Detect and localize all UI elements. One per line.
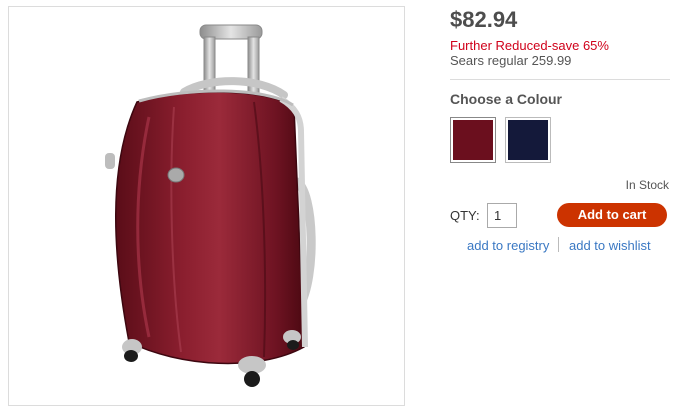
add-to-cart-button[interactable]: Add to cart — [557, 203, 667, 227]
colour-swatch-navy[interactable] — [505, 117, 551, 163]
colour-heading: Choose a Colour — [450, 91, 563, 107]
colour-swatch-burgundy[interactable] — [450, 117, 496, 163]
link-separator — [558, 237, 559, 252]
add-to-registry-link[interactable]: add to registry — [467, 238, 549, 253]
qty-label: QTY: — [450, 208, 480, 223]
product-image-frame — [8, 6, 405, 406]
product-price: $82.94 — [450, 7, 518, 32]
regular-price: Sears regular 259.99 — [450, 53, 572, 68]
sale-message: Further Reduced-save 65% — [450, 38, 609, 53]
divider — [450, 79, 670, 80]
swatch-fill — [508, 120, 548, 160]
quantity-input[interactable] — [487, 203, 517, 228]
suitcase-image — [105, 24, 316, 387]
add-to-wishlist-link[interactable]: add to wishlist — [569, 238, 651, 253]
stock-status: In Stock — [625, 178, 669, 192]
swatch-fill — [453, 120, 493, 160]
